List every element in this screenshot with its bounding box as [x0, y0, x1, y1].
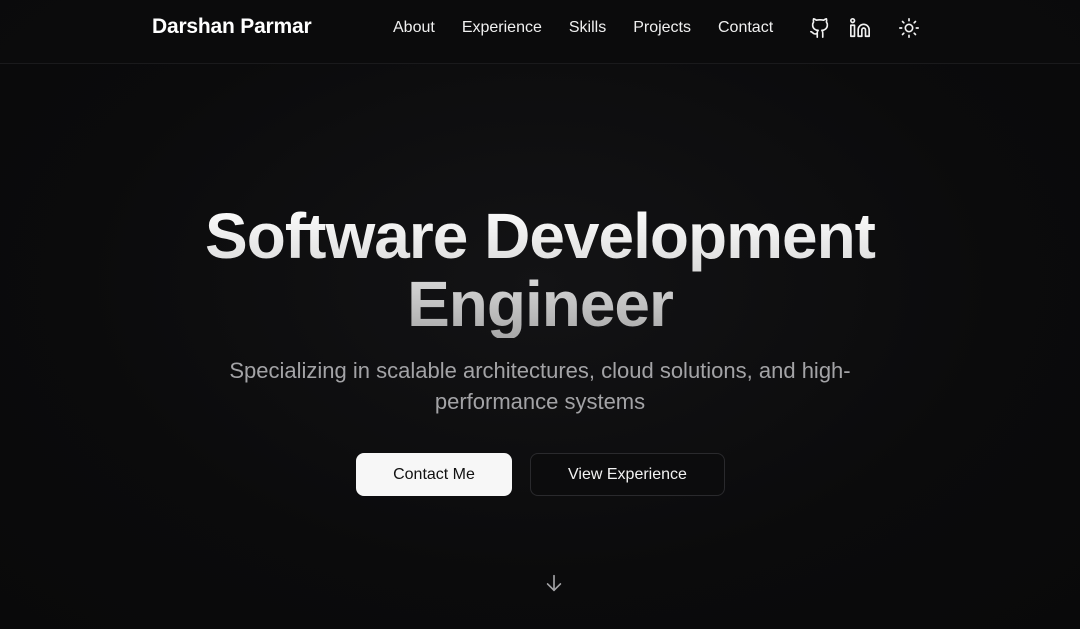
- nav-links: About Experience Skills Projects Contact: [393, 19, 800, 37]
- contact-me-button[interactable]: Contact Me: [356, 453, 512, 496]
- hero-title: Software Development Engineer: [0, 202, 1080, 338]
- nav-link-skills[interactable]: Skills: [569, 19, 606, 37]
- nav-link-contact[interactable]: Contact: [718, 19, 773, 37]
- nav-link-experience[interactable]: Experience: [462, 19, 542, 37]
- navbar: Darshan Parmar About Experience Skills P…: [0, 0, 1080, 64]
- page: Darshan Parmar About Experience Skills P…: [0, 0, 1080, 629]
- nav-link-projects[interactable]: Projects: [633, 19, 691, 37]
- hero-title-line2: Engineer: [407, 268, 673, 340]
- github-icon[interactable]: [809, 17, 831, 39]
- hero-title-line1: Software Development: [205, 200, 875, 272]
- arrow-down-icon[interactable]: [543, 572, 565, 594]
- nav-link-about[interactable]: About: [393, 19, 435, 37]
- linkedin-icon[interactable]: [849, 17, 871, 39]
- sun-icon[interactable]: [898, 17, 920, 39]
- hero-subtitle: Specializing in scalable architectures, …: [229, 358, 851, 414]
- view-experience-button[interactable]: View Experience: [530, 453, 725, 496]
- brand-logo[interactable]: Darshan Parmar: [152, 15, 312, 39]
